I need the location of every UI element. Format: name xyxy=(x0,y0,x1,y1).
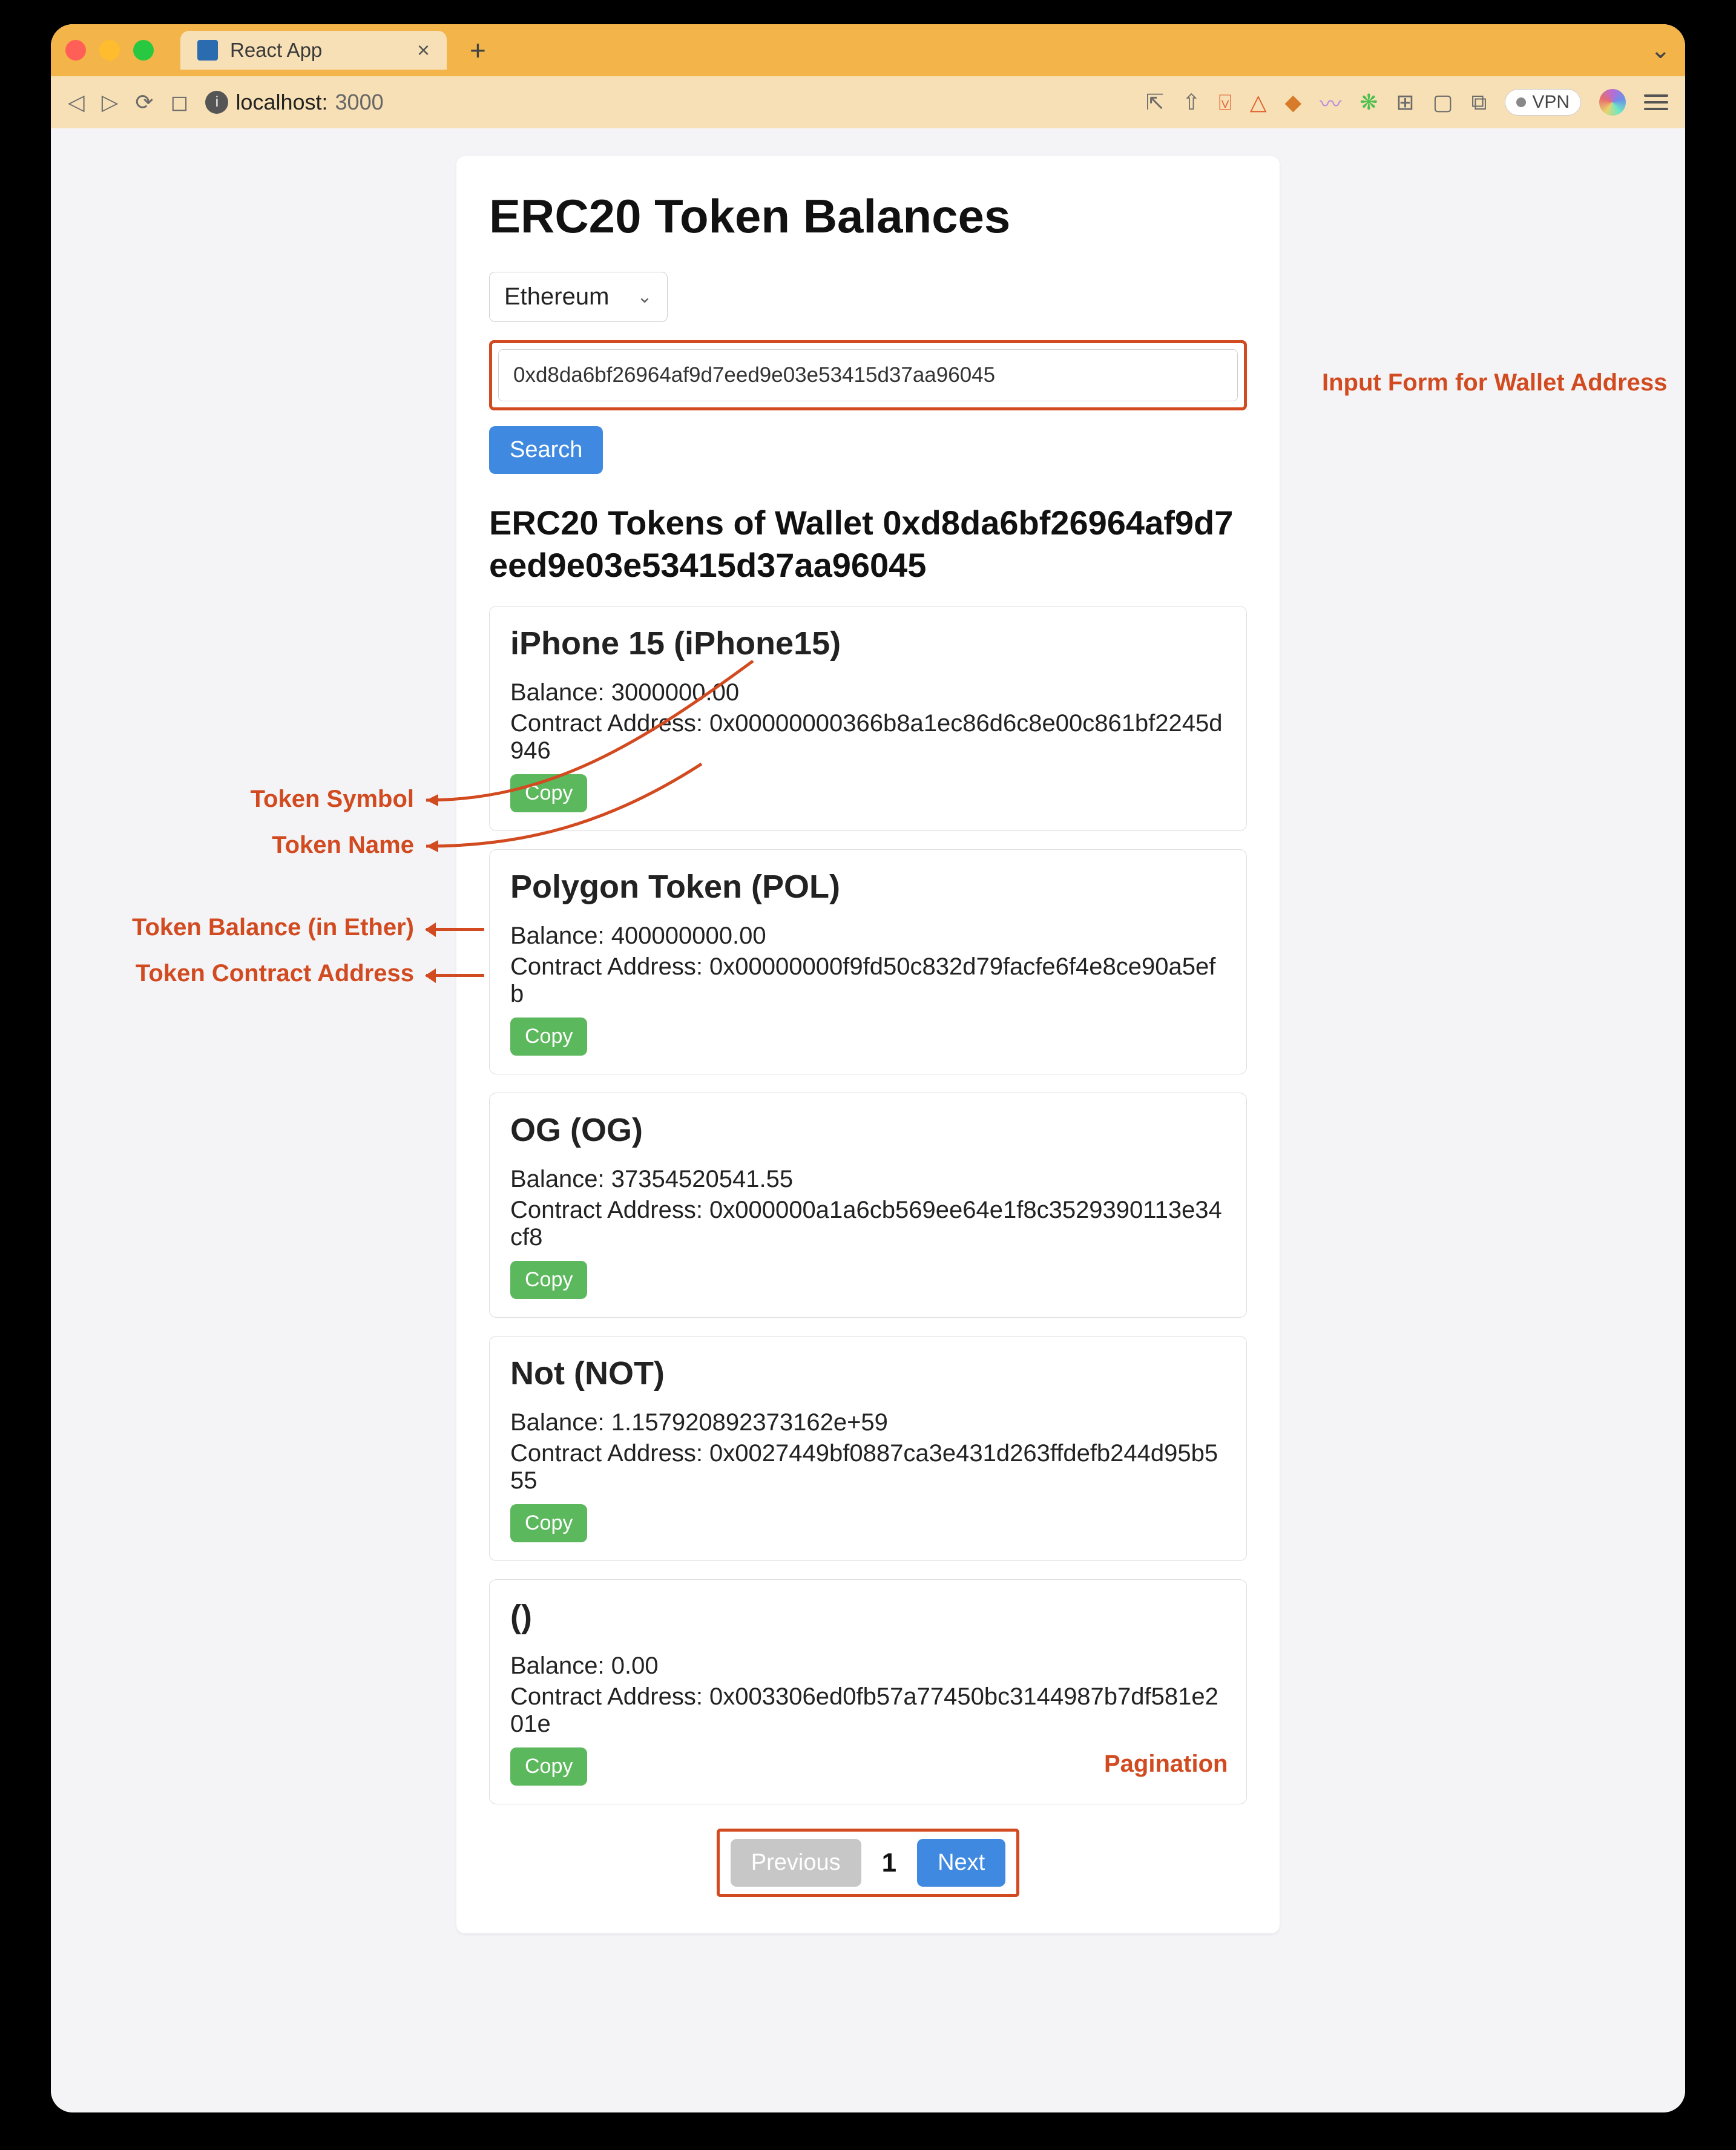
annotation-arrow-balance xyxy=(426,928,484,931)
nav-forward-icon[interactable]: ▷ xyxy=(102,90,119,115)
annotation-arrow-contract xyxy=(426,974,484,977)
extension-icon-5[interactable]: ⧉ xyxy=(1471,90,1487,116)
close-window-icon[interactable] xyxy=(65,40,86,61)
new-tab-button[interactable]: + xyxy=(461,34,495,67)
annotation-input-form: Input Form for Wallet Address xyxy=(1322,369,1667,396)
site-info-icon[interactable]: i xyxy=(205,91,228,114)
browser-toolbar: ◁ ▷ ⟳ ◻ i localhost: 3000 ⇱ ⇧ ⍌ △ ◆ 〰 ❋ ⊞… xyxy=(51,76,1685,128)
browser-tabstrip: React App × + ⌄ xyxy=(51,24,1685,76)
cast-icon[interactable]: ⇱ xyxy=(1146,90,1164,115)
app-card: ERC20 Token Balances Ethereum ⌄ Search E… xyxy=(456,156,1280,1933)
page-content: ERC20 Token Balances Ethereum ⌄ Search E… xyxy=(51,128,1685,2112)
page-number: 1 xyxy=(876,1848,903,1878)
subhead-prefix: ERC20 Tokens of Wallet xyxy=(489,504,873,542)
reload-icon[interactable]: ⟳ xyxy=(135,90,153,115)
vpn-label: VPN xyxy=(1532,92,1570,113)
favicon-icon xyxy=(197,40,218,61)
profile-avatar-icon[interactable] xyxy=(1599,89,1626,116)
page-title: ERC20 Token Balances xyxy=(489,189,1247,244)
extension-icon-1[interactable]: 〰 xyxy=(1320,87,1341,118)
bookmark-icon[interactable]: ◻ xyxy=(171,90,189,115)
token-contract: Contract Address: 0x000000a1a6cb569ee64e… xyxy=(510,1197,1226,1251)
copy-button[interactable]: Copy xyxy=(510,774,587,812)
wallet-input-highlight xyxy=(489,340,1247,410)
token-card: iPhone 15 (iPhone15) Balance: 3000000.00 C… xyxy=(489,606,1247,831)
annotation-token-name: Token Name xyxy=(272,832,414,859)
extension-icon-4[interactable]: ▢ xyxy=(1433,90,1453,115)
token-title: () xyxy=(510,1598,1226,1636)
token-list: iPhone 15 (iPhone15) Balance: 3000000.00 C… xyxy=(489,606,1247,1804)
token-card: Polygon Token (POL) Balance: 400000000.00… xyxy=(489,849,1247,1074)
copy-button[interactable]: Copy xyxy=(510,1261,587,1299)
wallet-address-input[interactable] xyxy=(498,349,1238,401)
token-balance: Balance: 37354520541.55 xyxy=(510,1166,1226,1193)
annotation-pagination: Pagination xyxy=(1104,1751,1228,1778)
metamask-icon[interactable]: ◆ xyxy=(1285,90,1302,115)
wallet-tokens-heading: ERC20 Tokens of Wallet 0xd8da6bf26964af9… xyxy=(489,502,1247,587)
extension-icon-2[interactable]: ❋ xyxy=(1360,90,1378,115)
address-bar[interactable]: i localhost: 3000 xyxy=(205,90,1128,115)
browser-tab[interactable]: React App × xyxy=(180,31,447,70)
token-balance: Balance: 400000000.00 xyxy=(510,922,1226,950)
token-balance: Balance: 0.00 xyxy=(510,1652,1226,1680)
window-controls xyxy=(65,40,154,61)
url-port: 3000 xyxy=(335,90,384,115)
token-balance: Balance: 1.157920892373162e+59 xyxy=(510,1409,1226,1436)
network-select[interactable]: Ethereum ⌄ xyxy=(489,272,668,322)
brave-icon[interactable]: △ xyxy=(1250,90,1267,115)
token-card: OG (OG) Balance: 37354520541.55 Contract A… xyxy=(489,1093,1247,1318)
network-selected-value: Ethereum xyxy=(504,283,609,311)
token-contract: Contract Address: 0x003306ed0fb57a77450b… xyxy=(510,1683,1226,1738)
token-contract: Contract Address: 0x0027449bf0887ca3e431… xyxy=(510,1440,1226,1494)
url-host: localhost: xyxy=(235,90,327,115)
tabs-overflow-icon[interactable]: ⌄ xyxy=(1650,36,1671,64)
pagination-highlight: Previous 1 Next xyxy=(717,1829,1019,1897)
vpn-button[interactable]: VPN xyxy=(1505,89,1581,116)
token-title: OG (OG) xyxy=(510,1111,1226,1149)
browser-window: React App × + ⌄ ◁ ▷ ⟳ ◻ i localhost: 3000… xyxy=(51,24,1685,2112)
token-contract: Contract Address: 0x00000000366b8a1ec86d… xyxy=(510,710,1226,764)
token-title: Polygon Token (POL) xyxy=(510,868,1226,906)
shield-icon[interactable]: ⍌ xyxy=(1218,90,1232,116)
annotation-token-contract: Token Contract Address xyxy=(136,960,414,987)
token-card: Not (NOT) Balance: 1.157920892373162e+59 C… xyxy=(489,1336,1247,1561)
maximize-window-icon[interactable] xyxy=(133,40,154,61)
share-icon[interactable]: ⇧ xyxy=(1182,90,1200,115)
extension-icon-3[interactable]: ⊞ xyxy=(1396,90,1414,115)
token-balance: Balance: 3000000.00 xyxy=(510,679,1226,706)
minimize-window-icon[interactable] xyxy=(99,40,120,61)
close-tab-icon[interactable]: × xyxy=(417,38,430,63)
token-title: iPhone 15 (iPhone15) xyxy=(510,625,1226,662)
chevron-down-icon: ⌄ xyxy=(637,286,652,307)
copy-button[interactable]: Copy xyxy=(510,1504,587,1542)
copy-button[interactable]: Copy xyxy=(510,1017,587,1056)
next-button[interactable]: Next xyxy=(917,1839,1005,1887)
pagination-wrap: Previous 1 Next xyxy=(489,1829,1247,1897)
token-title: Not (NOT) xyxy=(510,1355,1226,1392)
token-contract: Contract Address: 0x00000000f9fd50c832d7… xyxy=(510,953,1226,1008)
previous-button[interactable]: Previous xyxy=(731,1839,861,1887)
tab-title: React App xyxy=(230,39,322,62)
annotation-token-balance: Token Balance (in Ether) xyxy=(132,914,414,941)
search-button[interactable]: Search xyxy=(489,426,603,474)
annotation-token-symbol: Token Symbol xyxy=(251,786,414,813)
nav-back-icon[interactable]: ◁ xyxy=(68,90,85,115)
menu-icon[interactable] xyxy=(1644,94,1668,110)
copy-button[interactable]: Copy xyxy=(510,1747,587,1786)
